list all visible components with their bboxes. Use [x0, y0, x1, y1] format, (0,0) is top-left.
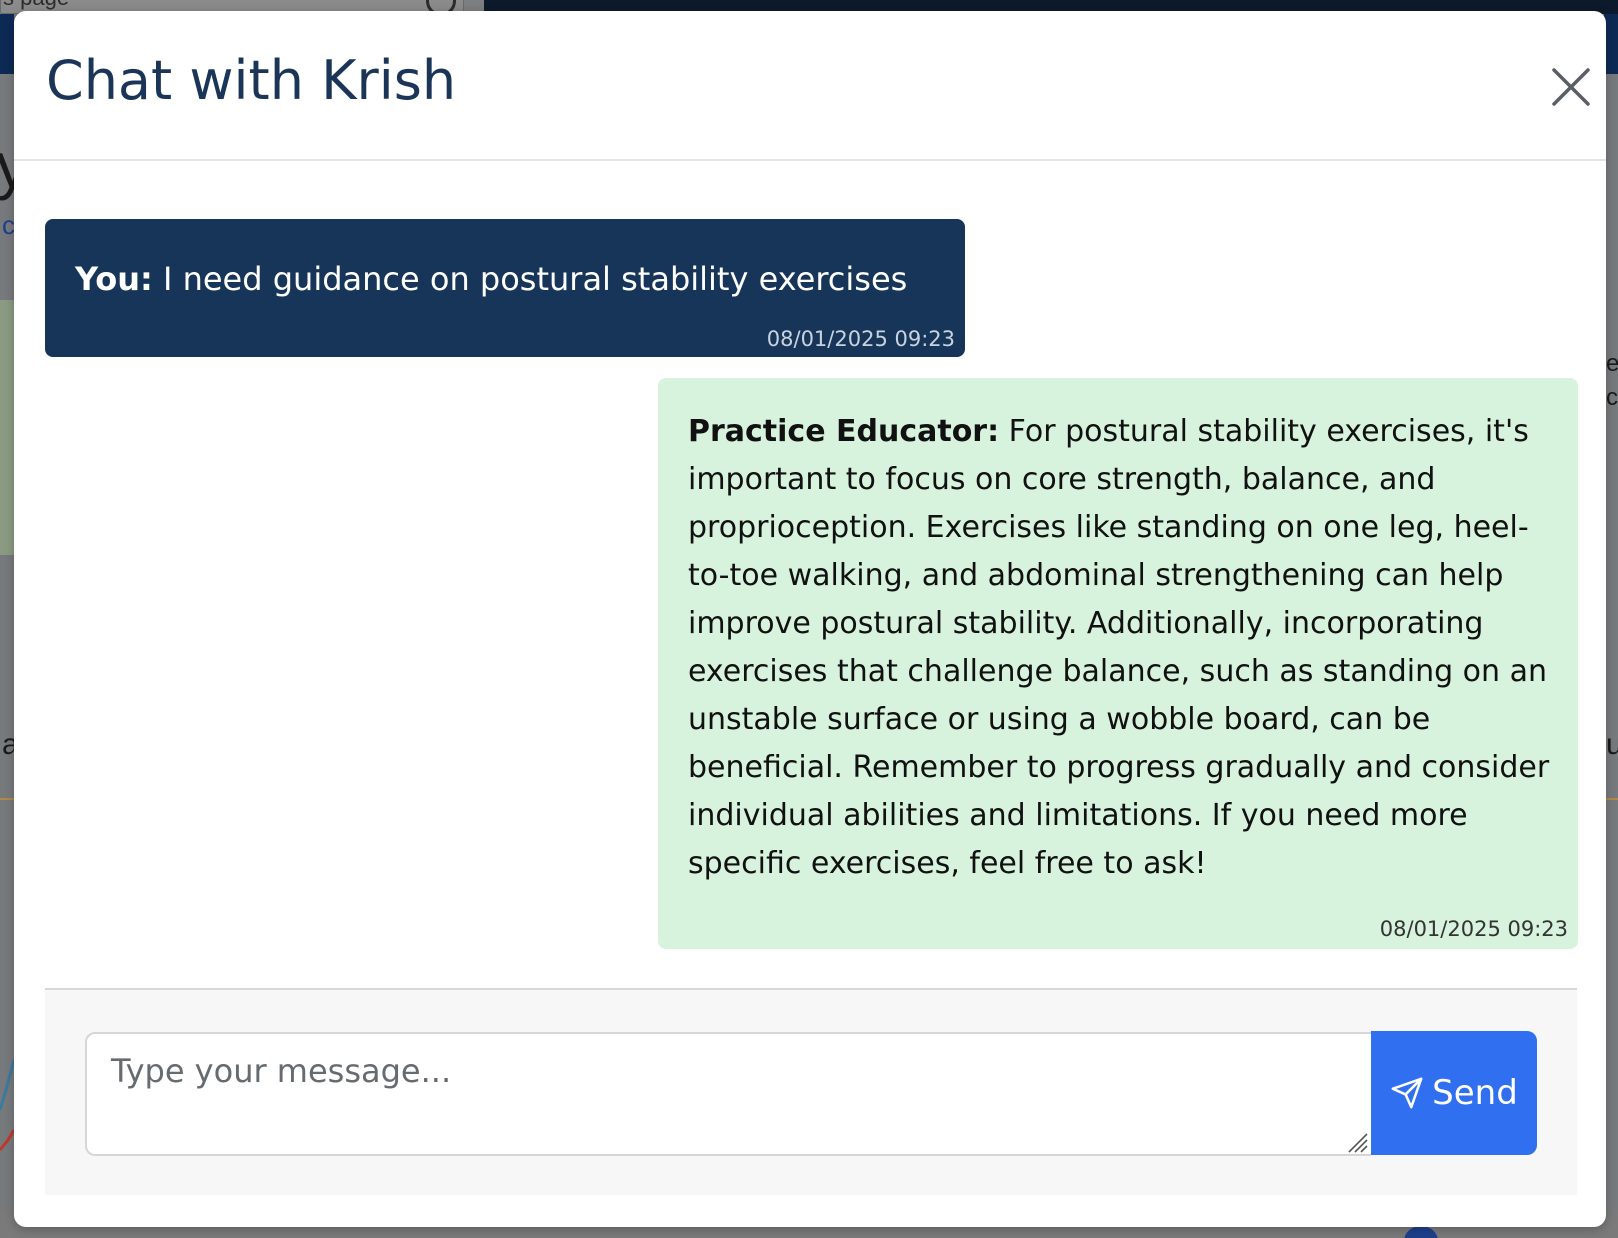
message-sender: Practice Educator:: [688, 414, 1000, 449]
background-chart: [0, 1059, 14, 1151]
background-card: [0, 300, 14, 555]
message-assistant: Practice Educator: For postural stabilit…: [658, 378, 1578, 949]
message-list: You: I need guidance on postural stabili…: [14, 161, 1606, 987]
background-header-right: [1604, 14, 1618, 74]
background-text-fragment: c: [1606, 384, 1618, 411]
modal-title: Chat with Krish: [46, 49, 457, 112]
paper-plane-icon: [1390, 1076, 1424, 1110]
background-text-fragment: u: [1606, 728, 1618, 761]
close-icon: [1552, 68, 1590, 106]
message-text: I need guidance on postural stability ex…: [162, 260, 908, 298]
message-body: You: I need guidance on postural stabili…: [75, 255, 907, 303]
close-button[interactable]: [1548, 64, 1594, 110]
message-composer: Send: [45, 988, 1577, 1195]
background-header-left: [0, 14, 14, 74]
background-text-fragment: e: [1606, 350, 1618, 377]
chat-modal: Chat with Krish You: I need guidance on …: [14, 11, 1606, 1227]
message-timestamp: 08/01/2025 09:23: [1379, 917, 1568, 941]
send-button-label: Send: [1432, 1073, 1518, 1113]
message-user: You: I need guidance on postural stabili…: [45, 219, 965, 357]
modal-header: Chat with Krish: [14, 11, 1606, 161]
message-sender: You:: [75, 260, 153, 298]
message-body: Practice Educator: For postural stabilit…: [688, 408, 1558, 888]
resize-handle-icon[interactable]: [1345, 1130, 1369, 1154]
message-text: For postural stability exercises, it's i…: [688, 414, 1550, 881]
background-search-text: s page: [3, 0, 69, 11]
message-input[interactable]: [85, 1032, 1371, 1156]
message-timestamp: 08/01/2025 09:23: [766, 327, 955, 351]
send-button[interactable]: Send: [1371, 1031, 1537, 1155]
